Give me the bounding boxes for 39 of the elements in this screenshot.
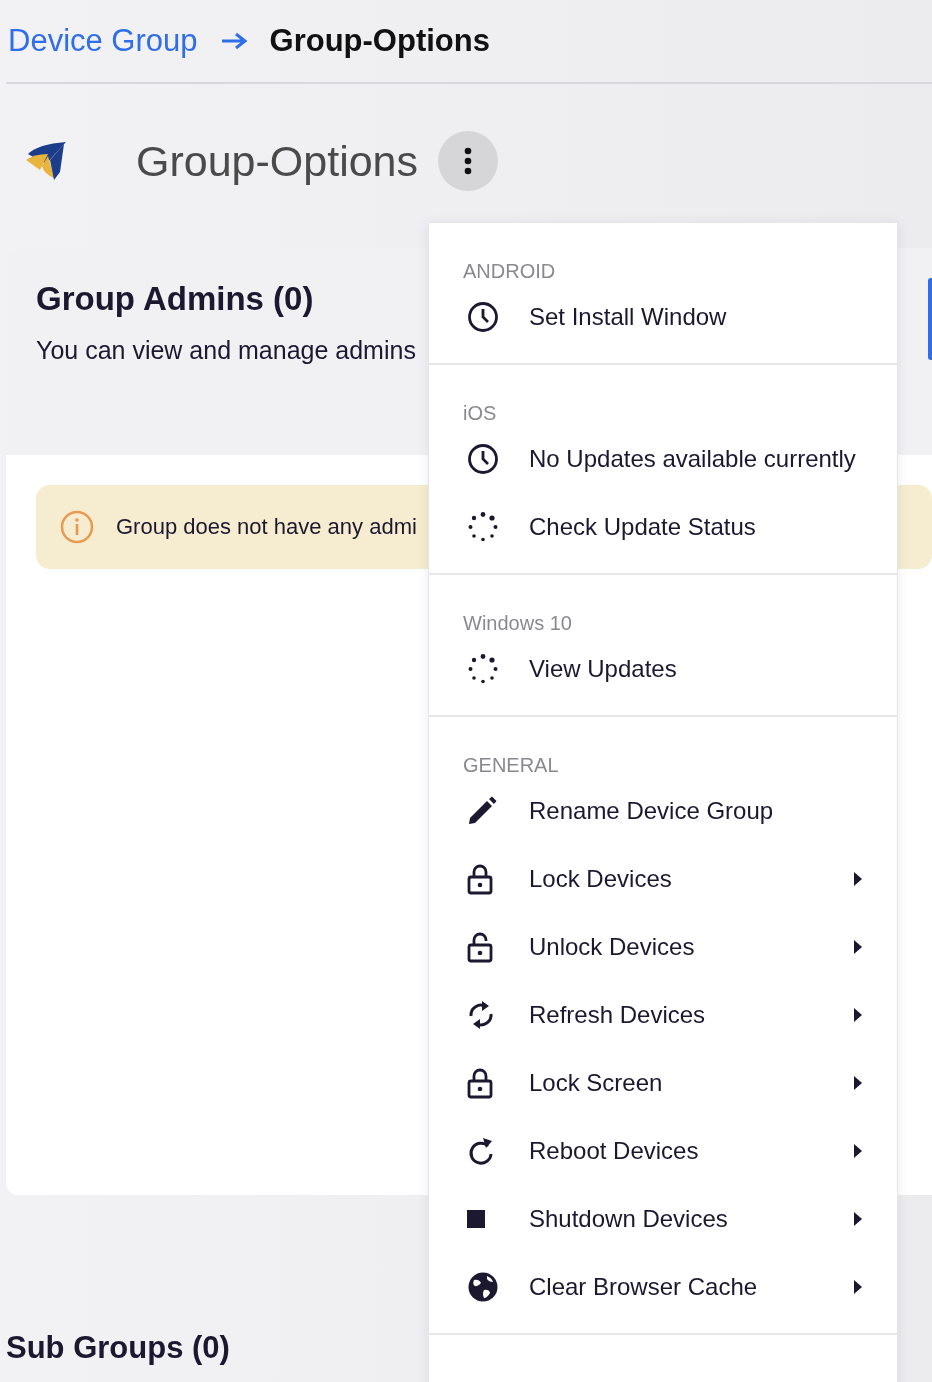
menu-section-heading: GENERAL (463, 753, 559, 777)
menu-item[interactable]: Lock Screen (429, 1049, 897, 1117)
clock-icon (467, 443, 499, 475)
logo-icon (24, 140, 68, 182)
menu-item[interactable]: Rename Device Group (429, 777, 897, 845)
page-title: Group-Options (136, 136, 419, 186)
refresh-icon (467, 999, 495, 1031)
unlock-icon (467, 931, 493, 963)
spinner-icon (467, 653, 499, 685)
menu-item[interactable]: Shutdown Devices (429, 1185, 897, 1253)
card-title: Group Admins (0) (36, 280, 314, 318)
menu-section-heading: ANDROID (463, 259, 556, 283)
menu-item[interactable]: Unlock Devices (429, 913, 897, 981)
globe-icon (467, 1271, 499, 1303)
lock-icon (467, 1067, 493, 1099)
menu-item[interactable]: No Updates available currently (429, 425, 897, 493)
menu-item[interactable]: Refresh Devices (429, 981, 897, 1049)
pencil-icon (467, 796, 497, 826)
info-icon (60, 510, 94, 544)
menu-item[interactable]: Set Install Window (429, 283, 897, 351)
menu-section-heading: iOS (463, 401, 497, 425)
breadcrumb-current: Group-Options (269, 23, 490, 59)
menu-item[interactable]: Clear Browser Cache (429, 1253, 897, 1321)
section-title: Sub Groups (0) (6, 1330, 230, 1366)
breadcrumb-link[interactable]: Device Group (8, 23, 198, 59)
menu-item[interactable]: Reboot Devices (429, 1117, 897, 1185)
redo-icon (467, 1135, 495, 1167)
stop-icon (467, 1210, 485, 1228)
kebab-icon (464, 147, 473, 175)
menu-section-heading: Windows 10 (463, 611, 572, 635)
menu-item[interactable]: Lock Devices (429, 845, 897, 913)
spinner-icon (467, 511, 499, 543)
arrow-right-icon (219, 32, 248, 50)
menu-item[interactable]: Check Update Status (429, 493, 897, 561)
clock-icon (467, 301, 499, 333)
lock-icon (467, 863, 493, 895)
menu-item[interactable]: View Updates (429, 635, 897, 703)
alert-text: Group does not have any admi (116, 514, 417, 540)
card-description: You can view and manage admins (36, 336, 416, 365)
